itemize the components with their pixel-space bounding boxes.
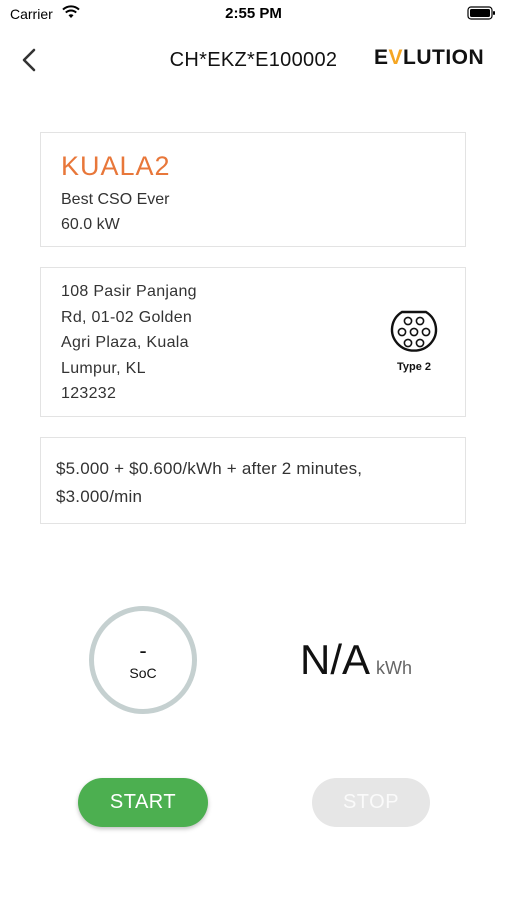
tariff-card: $5.000 + $0.600/kWh + after 2 minutes, $… — [40, 437, 466, 524]
energy-readout: N/A kWh — [300, 636, 412, 684]
soc-value: - — [139, 638, 147, 663]
tariff-line: $5.000 + $0.600/kWh + after 2 minutes, — [56, 459, 363, 478]
logo-suffix: LUTION — [403, 46, 485, 69]
station-power: 60.0 kW — [61, 216, 120, 233]
tariff-text: $5.000 + $0.600/kWh + after 2 minutes, $… — [56, 455, 456, 511]
status-bar: Carrier 2:55 PM — [0, 0, 507, 30]
operator-name: Best CSO Ever — [61, 191, 170, 208]
soc-label: SoC — [129, 665, 157, 681]
type2-connector-icon — [390, 310, 438, 352]
energy-value: N/A — [300, 636, 371, 683]
logo-prefix: E — [374, 46, 389, 69]
address-line: Lumpur, KL — [61, 359, 146, 377]
evolution-logo: EVLUTION — [374, 46, 484, 70]
energy-unit: kWh — [376, 658, 413, 678]
nav-bar: CH*EKZ*E100002 EVLUTION — [0, 36, 507, 86]
address-line: 123232 — [61, 385, 117, 402]
station-address: 108 Pasir Panjang Rd, 01-02 Golden Agri … — [61, 279, 241, 407]
battery-icon — [467, 6, 497, 20]
station-info-card: KUALA2 Best CSO Ever 60.0 kW — [40, 132, 466, 247]
connector-type: Type 2 — [386, 308, 442, 373]
station-name: KUALA2 — [61, 151, 171, 181]
logo-bolt: V — [388, 46, 404, 69]
tariff-line: $3.000/min — [56, 487, 143, 506]
stop-button[interactable]: STOP — [312, 778, 430, 827]
location-card: 108 Pasir Panjang Rd, 01-02 Golden Agri … — [40, 267, 466, 417]
connector-label: Type 2 — [396, 361, 432, 373]
address-line: Rd, 01-02 Golden — [61, 308, 193, 326]
address-line: Agri Plaza, Kuala — [61, 334, 189, 351]
start-button[interactable]: START — [78, 778, 208, 827]
status-time: 2:55 PM — [225, 5, 282, 22]
address-line: 108 Pasir Panjang — [61, 283, 197, 300]
